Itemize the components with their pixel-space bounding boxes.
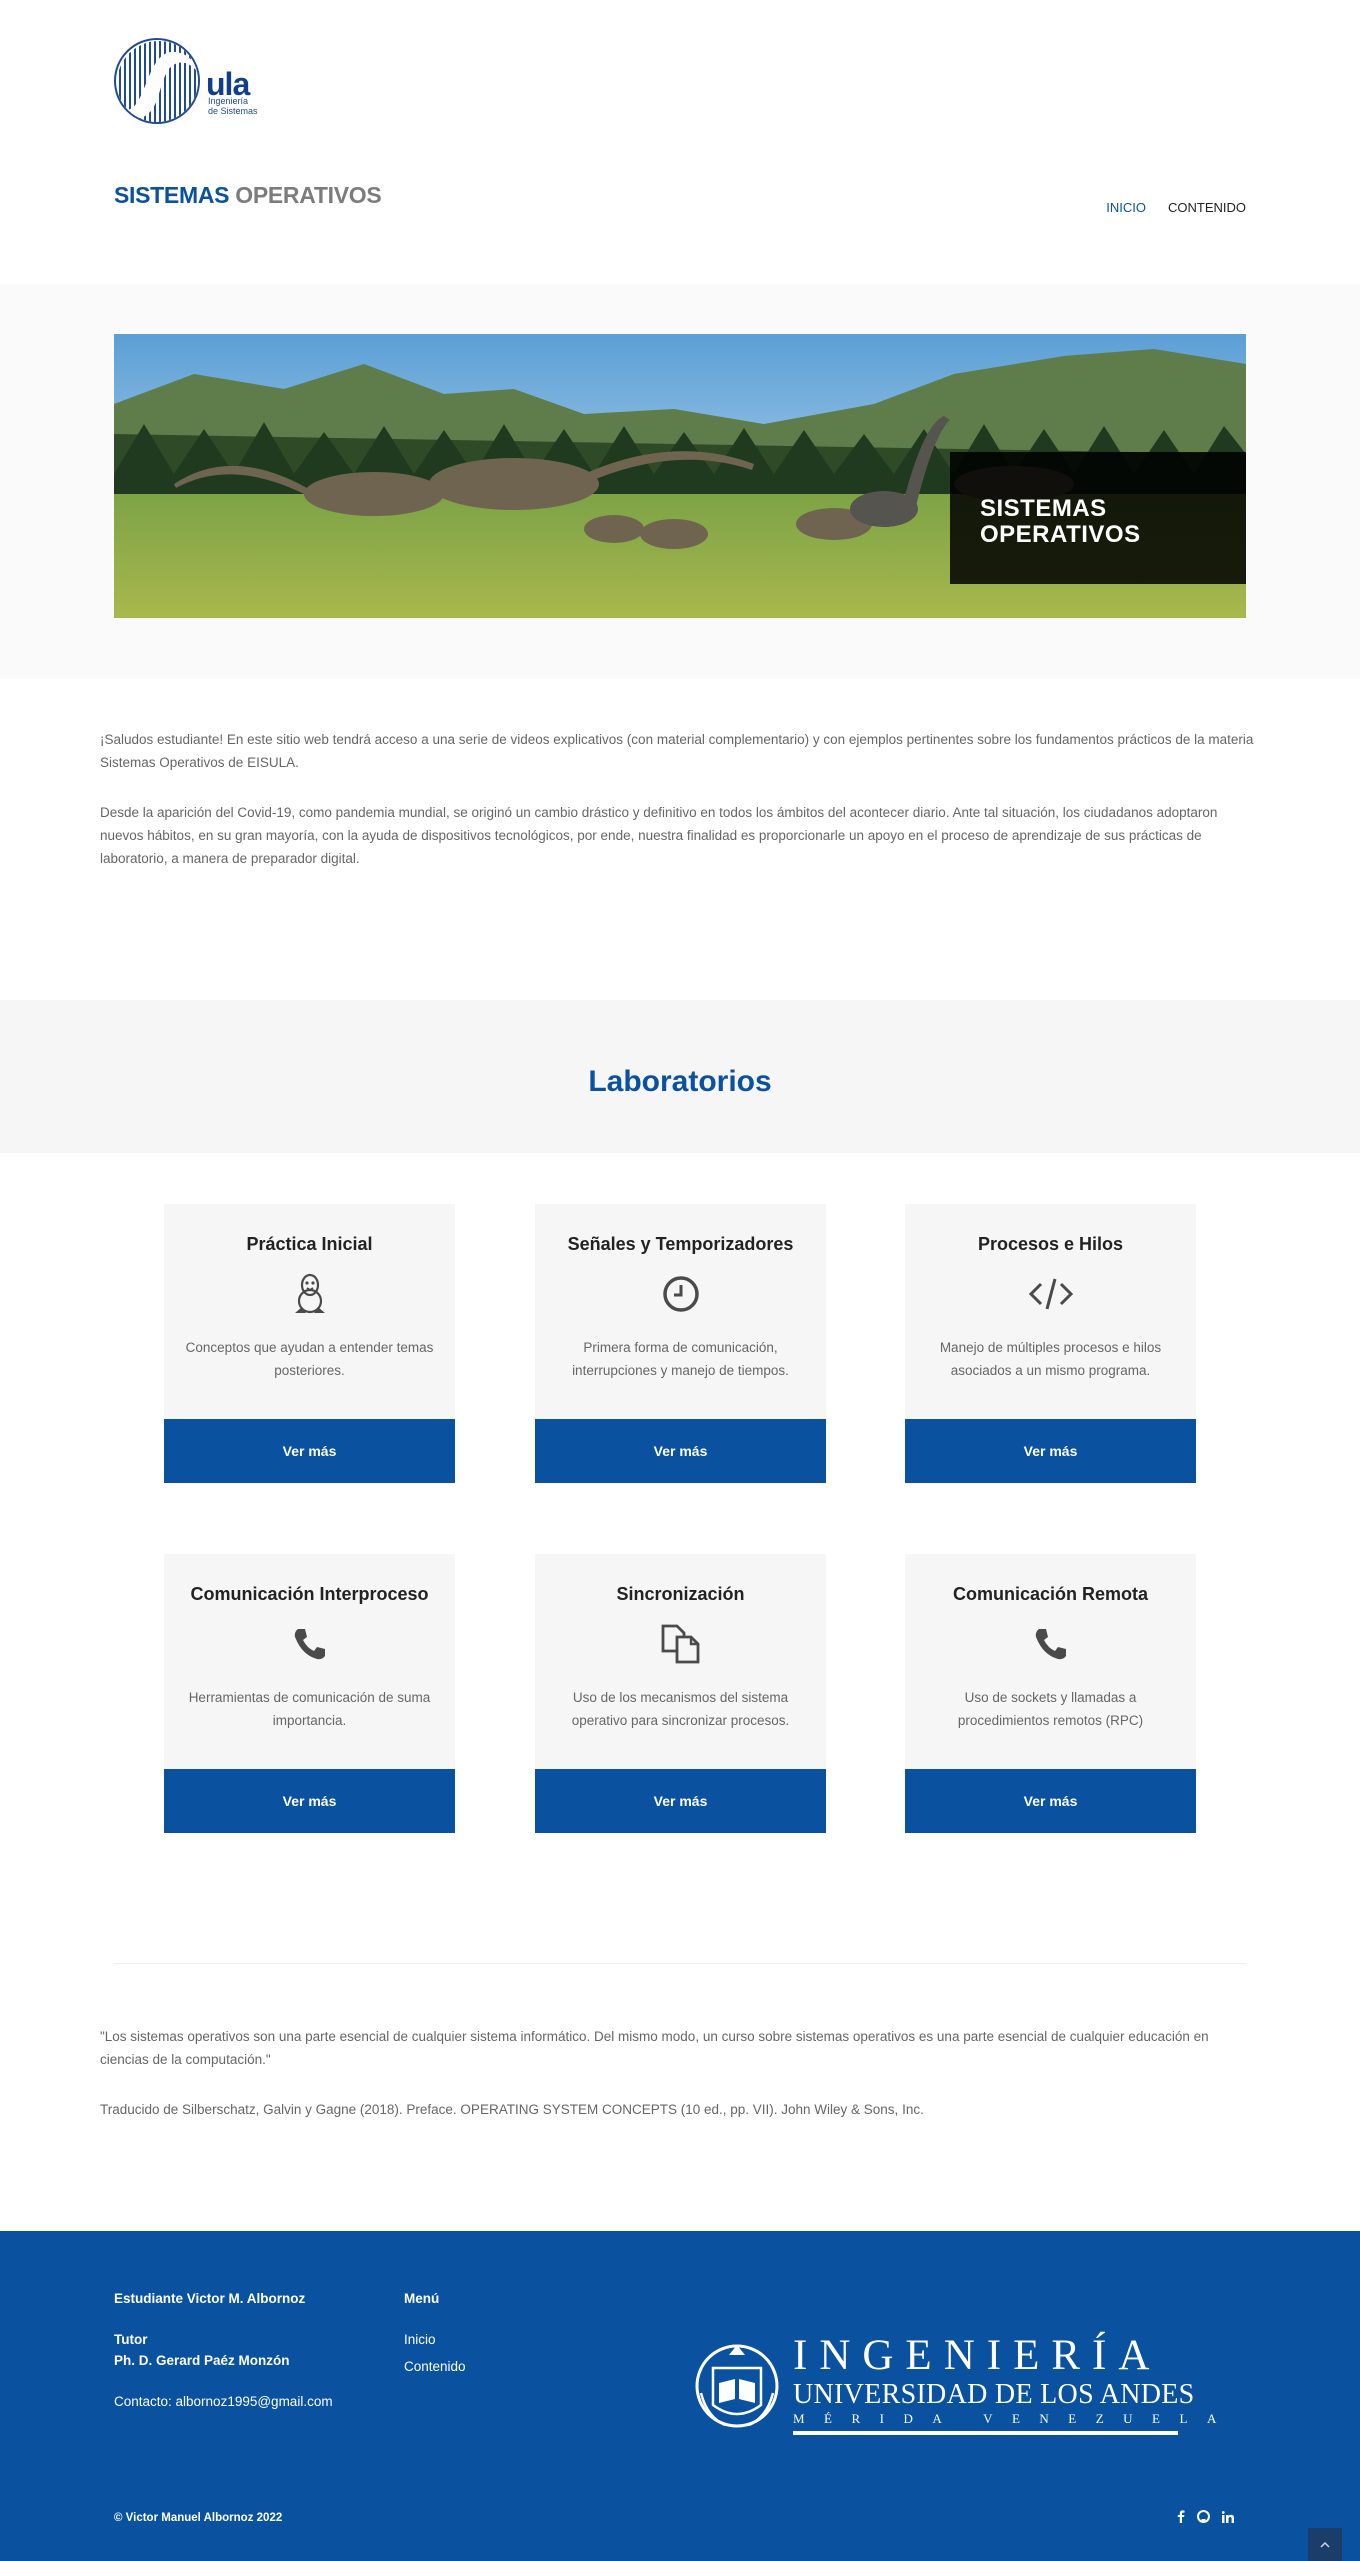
quote-text: "Los sistemas operativos son una parte e… bbox=[100, 2029, 1209, 2067]
footer-credits: Estudiante Victor M. Albornoz Tutor Ph. … bbox=[114, 2288, 333, 2412]
lab-card-procesos-hilos: Procesos e Hilos Manejo de múltiples pro… bbox=[905, 1204, 1196, 1483]
footer-link-inicio[interactable]: Inicio bbox=[404, 2329, 466, 2350]
site-title-part2: OPERATIVOS bbox=[235, 182, 382, 208]
uni-logo-universidad: UNIVERSIDAD DE LOS ANDES bbox=[793, 2379, 1195, 2410]
lab-card-practica-inicial: Práctica Inicial Conceptos que ayudan a … bbox=[164, 1204, 455, 1483]
footer-contact[interactable]: Contacto: albornoz1995@gmail.com bbox=[114, 2391, 333, 2412]
intro-paragraph-1: ¡Saludos estudiante! En este sitio web t… bbox=[100, 732, 1254, 770]
lab-card-comunicacion-remota: Comunicación Remota Uso de sockets y lla… bbox=[905, 1554, 1196, 1833]
uni-logo-ingenieria: INGENIERÍA bbox=[793, 2332, 1162, 2379]
nav-item-contenido[interactable]: CONTENIDO bbox=[1168, 200, 1246, 215]
card-title: Sincronización bbox=[616, 1584, 745, 1604]
card-title: Comunicación Interproceso bbox=[190, 1584, 429, 1604]
section-divider bbox=[114, 1963, 1246, 1964]
card-description: Primera forma de comunicación, interrupc… bbox=[572, 1340, 789, 1378]
social-links bbox=[1177, 2510, 1234, 2523]
uni-logo-underline bbox=[793, 2431, 1178, 2435]
intro-paragraph-2: Desde la aparición del Covid-19, como pa… bbox=[100, 805, 1218, 866]
ula-logo[interactable]: ula Ingeniería de Sistemas bbox=[114, 38, 274, 128]
card-description: Herramientas de comunicación de suma imp… bbox=[188, 1690, 431, 1728]
footer-tutor-name: Ph. D. Gerard Paéz Monzón bbox=[114, 2353, 290, 2368]
code-icon bbox=[905, 1272, 1196, 1316]
labs-title: Laboratorios bbox=[588, 1065, 772, 1098]
card-title: Práctica Inicial bbox=[246, 1234, 373, 1254]
facebook-icon[interactable] bbox=[1177, 2510, 1185, 2523]
ver-mas-button[interactable]: Ver más bbox=[164, 1769, 455, 1833]
lab-card-sincronizacion: Sincronización Uso de los mecanismos del… bbox=[535, 1554, 826, 1833]
footer-menu: Menú Inicio Contenido bbox=[404, 2288, 466, 2377]
ver-mas-button[interactable]: Ver más bbox=[535, 1769, 826, 1833]
footer: Estudiante Victor M. Albornoz Tutor Ph. … bbox=[0, 2231, 1360, 2561]
lab-card-comunicacion-interproceso: Comunicación Interproceso Herramientas d… bbox=[164, 1554, 455, 1833]
phone-icon bbox=[164, 1622, 455, 1666]
quote-section: "Los sistemas operativos son una parte e… bbox=[100, 2025, 1260, 2148]
clock-icon bbox=[535, 1272, 826, 1316]
github-icon[interactable] bbox=[1197, 2510, 1210, 2523]
ver-mas-button[interactable]: Ver más bbox=[905, 1419, 1196, 1483]
footer-menu-title: Menú bbox=[404, 2291, 440, 2306]
footer-link-contenido[interactable]: Contenido bbox=[404, 2356, 466, 2377]
footer-student: Estudiante Victor M. Albornoz bbox=[114, 2291, 306, 2306]
back-to-top-button[interactable] bbox=[1308, 2528, 1342, 2561]
chevron-up-icon bbox=[1320, 2541, 1330, 2548]
footer-tutor-label: Tutor bbox=[114, 2332, 148, 2347]
ula-logo-emblem bbox=[114, 38, 200, 124]
hero-caption-line1: SISTEMAS bbox=[980, 495, 1107, 522]
ula-seal-icon bbox=[695, 2344, 779, 2428]
card-description: Manejo de múltiples procesos e hilos aso… bbox=[939, 1340, 1162, 1378]
ula-ingenieria-logo: INGENIERÍA UNIVERSIDAD DE LOS ANDES MÉRI… bbox=[693, 2331, 1216, 2446]
card-description: Conceptos que ayudan a entender temas po… bbox=[185, 1340, 434, 1378]
ver-mas-button[interactable]: Ver más bbox=[905, 1769, 1196, 1833]
quote-source: Traducido de Silberschatz, Galvin y Gagn… bbox=[100, 2102, 924, 2117]
uni-logo-merida: MÉRIDA VENEZUELA bbox=[793, 2411, 1236, 2426]
card-title: Procesos e Hilos bbox=[977, 1234, 1124, 1254]
phone-icon bbox=[905, 1622, 1196, 1666]
hero-caption: SISTEMAS OPERATIVOS bbox=[950, 452, 1246, 584]
ver-mas-button[interactable]: Ver más bbox=[535, 1419, 826, 1483]
nav-item-inicio[interactable]: INICIO bbox=[1106, 200, 1146, 215]
card-description: Uso de los mecanismos del sistema operat… bbox=[571, 1690, 790, 1728]
lab-card-senales-temporizadores: Señales y Temporizadores Primera forma d… bbox=[535, 1204, 826, 1483]
main-nav: INICIO CONTENIDO bbox=[1106, 200, 1246, 215]
linkedin-icon[interactable] bbox=[1222, 2510, 1234, 2523]
card-title: Comunicación Remota bbox=[952, 1584, 1149, 1604]
site-title[interactable]: SISTEMAS OPERATIVOS bbox=[114, 182, 382, 209]
linux-icon bbox=[164, 1272, 455, 1316]
card-title: Señales y Temporizadores bbox=[567, 1234, 794, 1254]
ver-mas-button[interactable]: Ver más bbox=[164, 1419, 455, 1483]
site-title-part1: SISTEMAS bbox=[114, 182, 230, 208]
footer-copyright: © Victor Manuel Albornoz 2022 bbox=[114, 2512, 283, 2524]
ula-logo-subtitle: Ingeniería de Sistemas bbox=[208, 96, 258, 116]
files-icon bbox=[535, 1622, 826, 1666]
card-description: Uso de sockets y llamadas a procedimient… bbox=[957, 1690, 1144, 1728]
hero-caption-line2: OPERATIVOS bbox=[980, 521, 1141, 548]
intro-text: ¡Saludos estudiante! En este sitio web t… bbox=[100, 728, 1260, 897]
